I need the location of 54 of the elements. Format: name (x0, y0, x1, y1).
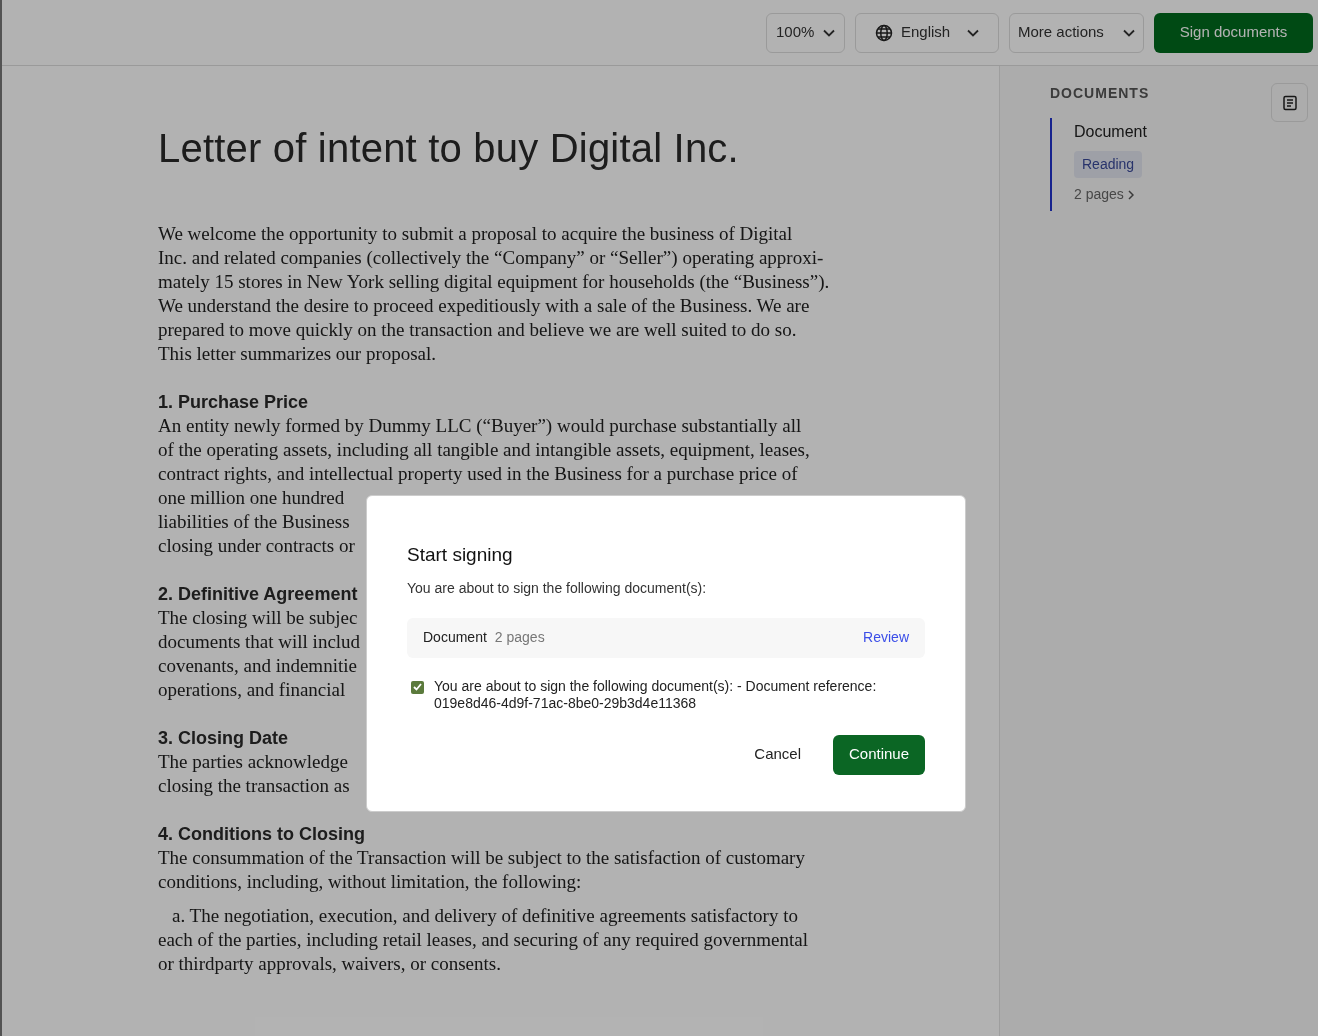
document-nav-item[interactable]: Document Reading 2 pages (1050, 118, 1250, 211)
document-text-line: one million one hundred (158, 486, 345, 510)
cancel-button[interactable]: Cancel (734, 734, 821, 775)
document-text-line: An entity newly formed by Dummy LLC (“Buyer”) would purchase substantially all (158, 414, 802, 438)
review-link[interactable]: Review (863, 627, 909, 648)
document-text-line: closing under contracts or (158, 534, 355, 558)
status-badge: Reading (1074, 151, 1143, 178)
consent-checkbox[interactable] (411, 680, 424, 694)
section-heading: 4. Conditions to Closing (158, 823, 365, 846)
page-count-link[interactable]: 2 pages (1074, 184, 1124, 205)
document-text-line: The closing will be subjec (158, 606, 358, 630)
zoom-dropdown[interactable]: 100% (766, 12, 845, 53)
chevron-down-icon (1123, 28, 1135, 37)
document-text-line: conditions, including, without limitation, the following: (158, 870, 582, 894)
document-text-line: operations, and financial (158, 678, 346, 702)
document-list-icon (1281, 94, 1298, 111)
consent-text: You are about to sign the following document(s): - Document reference: 019e8d46-4d9f-71ac-8be0-29b3d4e11368 (434, 677, 878, 712)
document-text-line: We understand the desire to proceed expeditiously with a sale of the Business. We are (158, 294, 810, 318)
document-name: Document (1074, 122, 1147, 142)
document-text-line: The parties acknowledge (158, 750, 348, 774)
chevron-down-icon (967, 28, 979, 37)
chevron-right-icon (1127, 189, 1134, 200)
more-actions-dropdown[interactable]: More actions (1009, 12, 1144, 53)
continue-button[interactable]: Continue (833, 734, 925, 775)
document-text-line: liabilities of the Business (158, 510, 350, 534)
document-text-line: of the operating assets, including all tangible and intangible assets, equipment, leases, (158, 438, 810, 462)
dialog-title: Start signing (407, 543, 513, 567)
document-text-line: prepared to move quickly on the transaction and believe we are well suited to do so. (158, 318, 797, 342)
document-text-line: mately 15 stores in New York selling digital equipment for households (the “Business”). (158, 270, 830, 294)
document-text-line: each of the parties, including retail leases, and securing of any required governmental (158, 928, 808, 952)
checkmark-icon (413, 683, 422, 691)
document-text-line: This letter summarizes our proposal. (158, 342, 437, 366)
section-heading: 2. Definitive Agreement (158, 583, 358, 606)
document-text-line: a. The negotiation, execution, and delivery of definitive agreements satisfactory to (171, 904, 798, 928)
document-text-line: closing the transaction as (158, 774, 350, 798)
documents-heading: DOCUMENTS (1050, 84, 1150, 103)
chevron-down-icon (823, 28, 835, 37)
dialog-description: You are about to sign the following document(s): (407, 578, 707, 598)
page-count: 2 pages (494, 628, 545, 647)
document-text-line: or thirdparty approvals, waivers, or consents. (158, 952, 501, 976)
section-heading: 1. Purchase Price (158, 391, 309, 414)
globe-icon (875, 23, 893, 42)
section-heading: 3. Closing Date (158, 727, 289, 750)
language-dropdown[interactable]: English (855, 12, 999, 53)
sign-documents-button[interactable]: Sign documents (1154, 12, 1313, 53)
document-text-line: documents that will includ (158, 630, 361, 654)
document-text-line: The consummation of the Transaction will be subject to the satisfaction of customary (158, 846, 805, 870)
document-title: Letter of intent to buy Digital Inc. (158, 125, 739, 172)
document-text-line: contract rights, and intellectual property used in the Business for a purchase price of (158, 462, 798, 486)
document-text-line: We welcome the opportunity to submit a proposal to acquire the business of Digital (158, 222, 793, 246)
document-text-line: Inc. and related companies (collectively the “Company” or “Seller”) operating approxi- (158, 246, 824, 270)
document-name: Document (423, 628, 487, 647)
outline-toggle-button[interactable] (1271, 83, 1308, 122)
document-text-line: covenants, and indemnitie (158, 654, 357, 678)
